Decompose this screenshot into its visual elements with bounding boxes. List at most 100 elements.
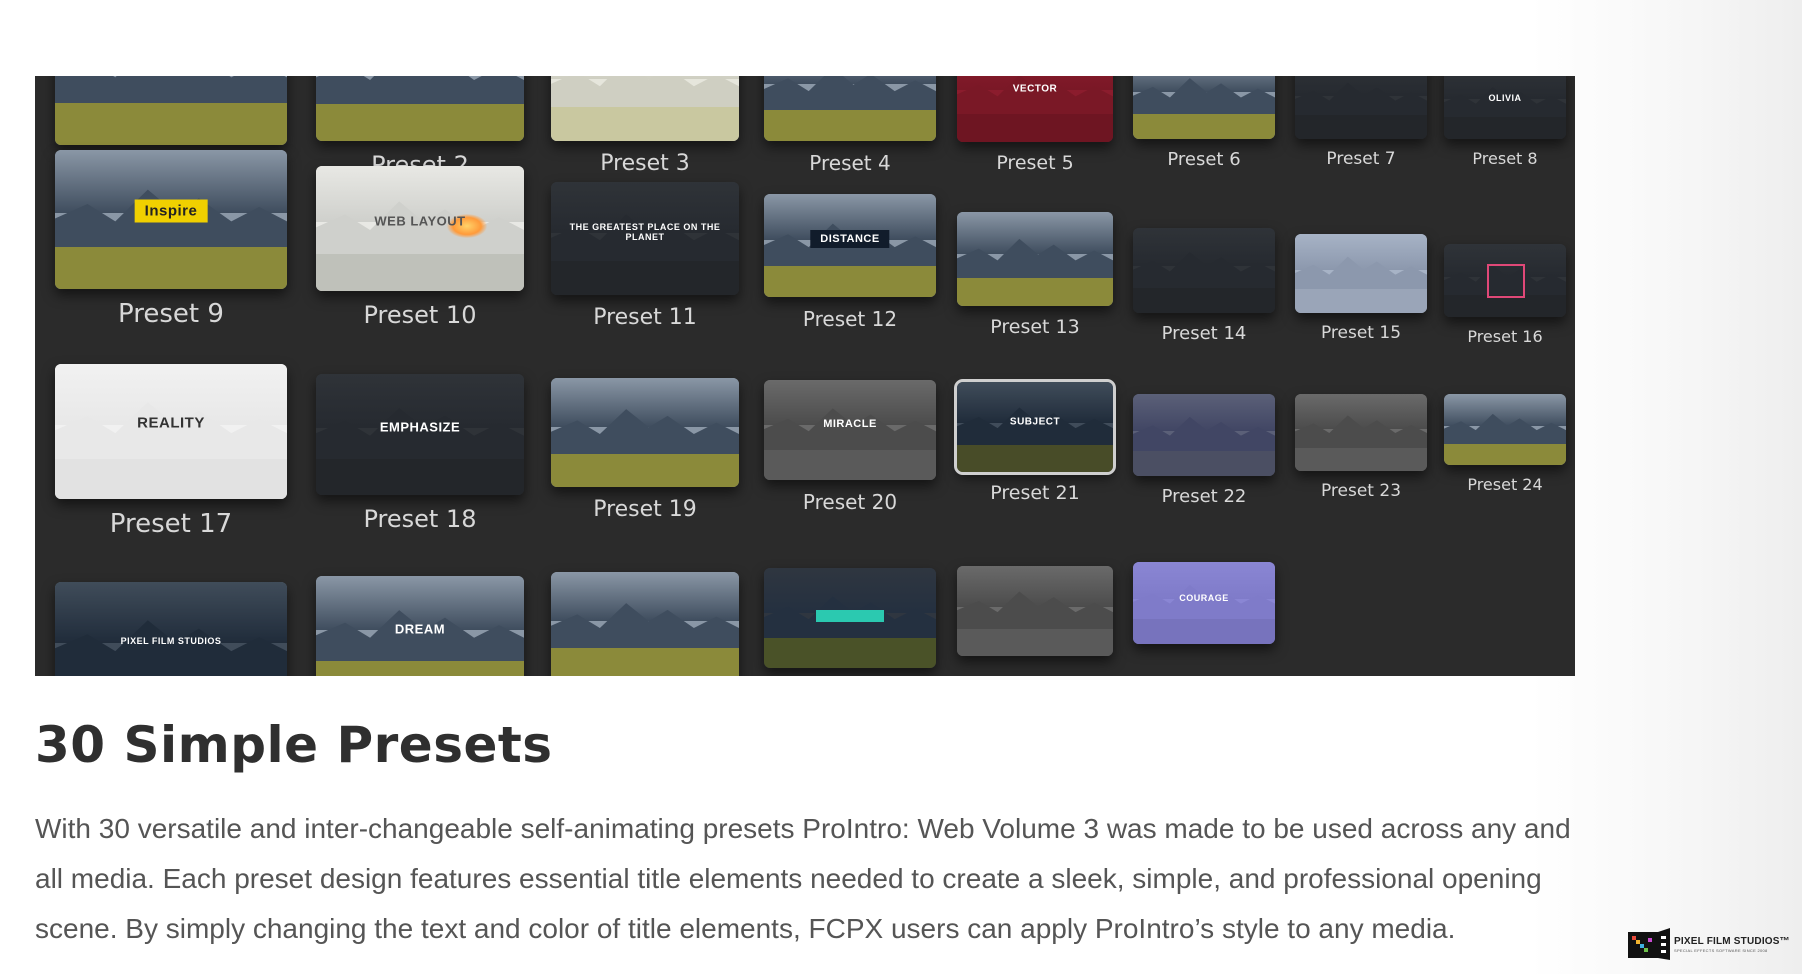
preset-thumbnail: OLIVIA xyxy=(1444,76,1566,139)
preset-thumbnail xyxy=(1295,76,1427,139)
preset-item[interactable]: Preset 16 xyxy=(1444,244,1566,367)
preset-label: Preset 15 xyxy=(1320,323,1402,343)
preset-item[interactable]: THE GREATEST PLACE ON THE PLANET Preset 1… xyxy=(551,182,739,345)
preset-item[interactable]: Preset 14 xyxy=(1133,228,1275,363)
preset-thumbnail: EMPHASIZE xyxy=(316,374,524,495)
preset-thumbnail: PIXEL FILM STUDIOS xyxy=(55,582,287,676)
preset-label: Preset 14 xyxy=(1161,323,1247,344)
preset-item[interactable]: OLIVIA Preset 8 xyxy=(1444,76,1566,189)
preset-label: Preset 7 xyxy=(1326,149,1396,169)
preset-thumbnail xyxy=(1133,228,1275,313)
brand-name: PIXEL FILM STUDIOS™ xyxy=(1674,935,1790,947)
preset-item[interactable]: Preset 7 xyxy=(1295,76,1427,189)
preset-title-text: DISTANCE xyxy=(810,230,890,249)
section-heading: 30 Simple Presets xyxy=(35,716,553,774)
preset-item[interactable]: DISTANCE Preset 12 xyxy=(764,194,936,347)
preset-item[interactable]: WEB LAYOUT Preset 10 xyxy=(316,166,524,341)
preset-item[interactable]: Preset 3 xyxy=(551,76,739,191)
preset-thumbnail xyxy=(764,568,936,668)
preset-title-text: SUBJECT xyxy=(1009,416,1061,428)
pixel-film-studios-logo[interactable]: PIXEL FILM STUDIOS™ SPECIAL EFFECTS SOFT… xyxy=(1628,928,1790,960)
preset-label: Preset 19 xyxy=(593,497,697,522)
section-description: With 30 versatile and inter-changeable s… xyxy=(35,813,1571,944)
preset-thumbnail xyxy=(551,76,739,141)
preset-item[interactable]: SUBJECT Preset 21 xyxy=(954,379,1116,522)
preset-label: Preset 21 xyxy=(990,482,1080,504)
preset-thumbnail: VECTOR xyxy=(957,76,1113,142)
preset-thumbnail xyxy=(551,572,739,676)
preset-label: Preset 18 xyxy=(363,505,477,533)
preset-item[interactable]: Preset 22 xyxy=(1133,394,1275,526)
preset-item[interactable]: Preset 6 xyxy=(1133,76,1275,189)
preset-thumbnail: WEB LAYOUT xyxy=(316,166,524,291)
preset-item[interactable]: Preset 13 xyxy=(957,212,1113,356)
preset-item[interactable]: Preset 24 xyxy=(1444,394,1566,515)
preset-label: Preset 17 xyxy=(109,509,233,539)
preset-label: Preset 22 xyxy=(1161,486,1247,507)
preset-thumbnail: Inspire xyxy=(55,150,287,289)
preset-item[interactable]: COURAGE xyxy=(1133,562,1275,676)
preset-label: Preset 3 xyxy=(600,151,690,176)
preset-item[interactable]: REALITY Preset 17 xyxy=(55,364,287,549)
presets-preview-image: Preset 1Preset 2Preset 3Preset 4VECTORPr… xyxy=(35,76,1575,676)
preset-label: Preset 8 xyxy=(1472,149,1538,168)
preset-thumbnail: DREAM xyxy=(316,576,524,676)
preset-item[interactable]: VECTOR Preset 5 xyxy=(957,76,1113,192)
preset-label: Preset 24 xyxy=(1467,475,1543,494)
preset-thumbnail: DISTANCE xyxy=(764,194,936,297)
preset-thumbnail: COURAGE xyxy=(1133,562,1275,644)
preset-thumbnail xyxy=(1133,394,1275,476)
preset-item[interactable]: Preset 23 xyxy=(1295,394,1427,521)
preset-item[interactable]: MIRACLE Preset 20 xyxy=(764,380,936,530)
preset-title-text: EMPHASIZE xyxy=(379,419,461,435)
preset-thumbnail: THE GREATEST PLACE ON THE PLANET xyxy=(551,182,739,295)
preset-label: Preset 23 xyxy=(1320,481,1402,501)
preset-title-text: REALITY xyxy=(137,414,205,432)
preset-label: Preset 16 xyxy=(1467,327,1543,346)
preset-label: Preset 9 xyxy=(118,299,224,329)
preset-label: Preset 20 xyxy=(802,490,898,514)
preset-thumbnail xyxy=(1444,244,1566,317)
preset-thumbnail xyxy=(551,378,739,487)
preset-title-text: THE GREATEST PLACE ON THE PLANET xyxy=(569,221,721,242)
preset-item[interactable]: Inspire Preset 9 xyxy=(55,150,287,339)
preset-thumbnail: REALITY xyxy=(55,364,287,499)
preset-item[interactable]: DREAM xyxy=(316,576,524,676)
preset-label: Preset 5 xyxy=(996,152,1074,174)
preset-thumbnail xyxy=(957,566,1113,656)
preset-title-text: OLIVIA xyxy=(1488,93,1522,104)
preset-title-text: VECTOR xyxy=(1012,83,1058,95)
preset-thumbnail xyxy=(1295,234,1427,313)
preset-item[interactable]: PIXEL FILM STUDIOS xyxy=(55,582,287,676)
preset-title-text: DREAM xyxy=(394,621,446,637)
preset-thumbnail xyxy=(316,76,524,141)
preset-label: Preset 4 xyxy=(809,151,891,175)
preset-thumbnail: MIRACLE xyxy=(764,380,936,480)
preset-label: Preset 12 xyxy=(802,307,898,331)
preset-title-text: COURAGE xyxy=(1179,593,1229,604)
preset-item[interactable] xyxy=(957,566,1113,676)
preset-item[interactable]: EMPHASIZE Preset 18 xyxy=(316,374,524,545)
preset-thumbnail xyxy=(957,212,1113,306)
clapperboard-icon xyxy=(1628,928,1670,960)
preset-thumbnail xyxy=(1444,394,1566,465)
preset-thumbnail xyxy=(55,76,287,145)
preset-item[interactable] xyxy=(551,572,739,676)
preset-thumbnail xyxy=(1133,76,1275,139)
preset-title-text: MIRACLE xyxy=(823,418,877,430)
preset-title-text: Inspire xyxy=(134,199,208,223)
preset-title-text: PIXEL FILM STUDIOS xyxy=(120,636,222,647)
preset-label: Preset 11 xyxy=(593,305,697,330)
preset-label: Preset 6 xyxy=(1167,149,1241,170)
preset-thumbnail: SUBJECT xyxy=(954,379,1116,475)
preset-item[interactable]: Preset 4 xyxy=(764,76,936,191)
preset-item[interactable] xyxy=(764,568,936,676)
preset-thumbnail xyxy=(764,76,936,141)
preset-label: Preset 10 xyxy=(363,301,477,329)
preset-item[interactable]: Preset 19 xyxy=(551,378,739,537)
brand-tagline: SPECIAL EFFECTS SOFTWARE SINCE 2008 xyxy=(1674,947,1768,953)
preset-thumbnail xyxy=(1295,394,1427,471)
preset-title-text: WEB LAYOUT xyxy=(374,213,466,229)
preset-label: Preset 13 xyxy=(990,316,1080,338)
preset-item[interactable]: Preset 15 xyxy=(1295,234,1427,363)
